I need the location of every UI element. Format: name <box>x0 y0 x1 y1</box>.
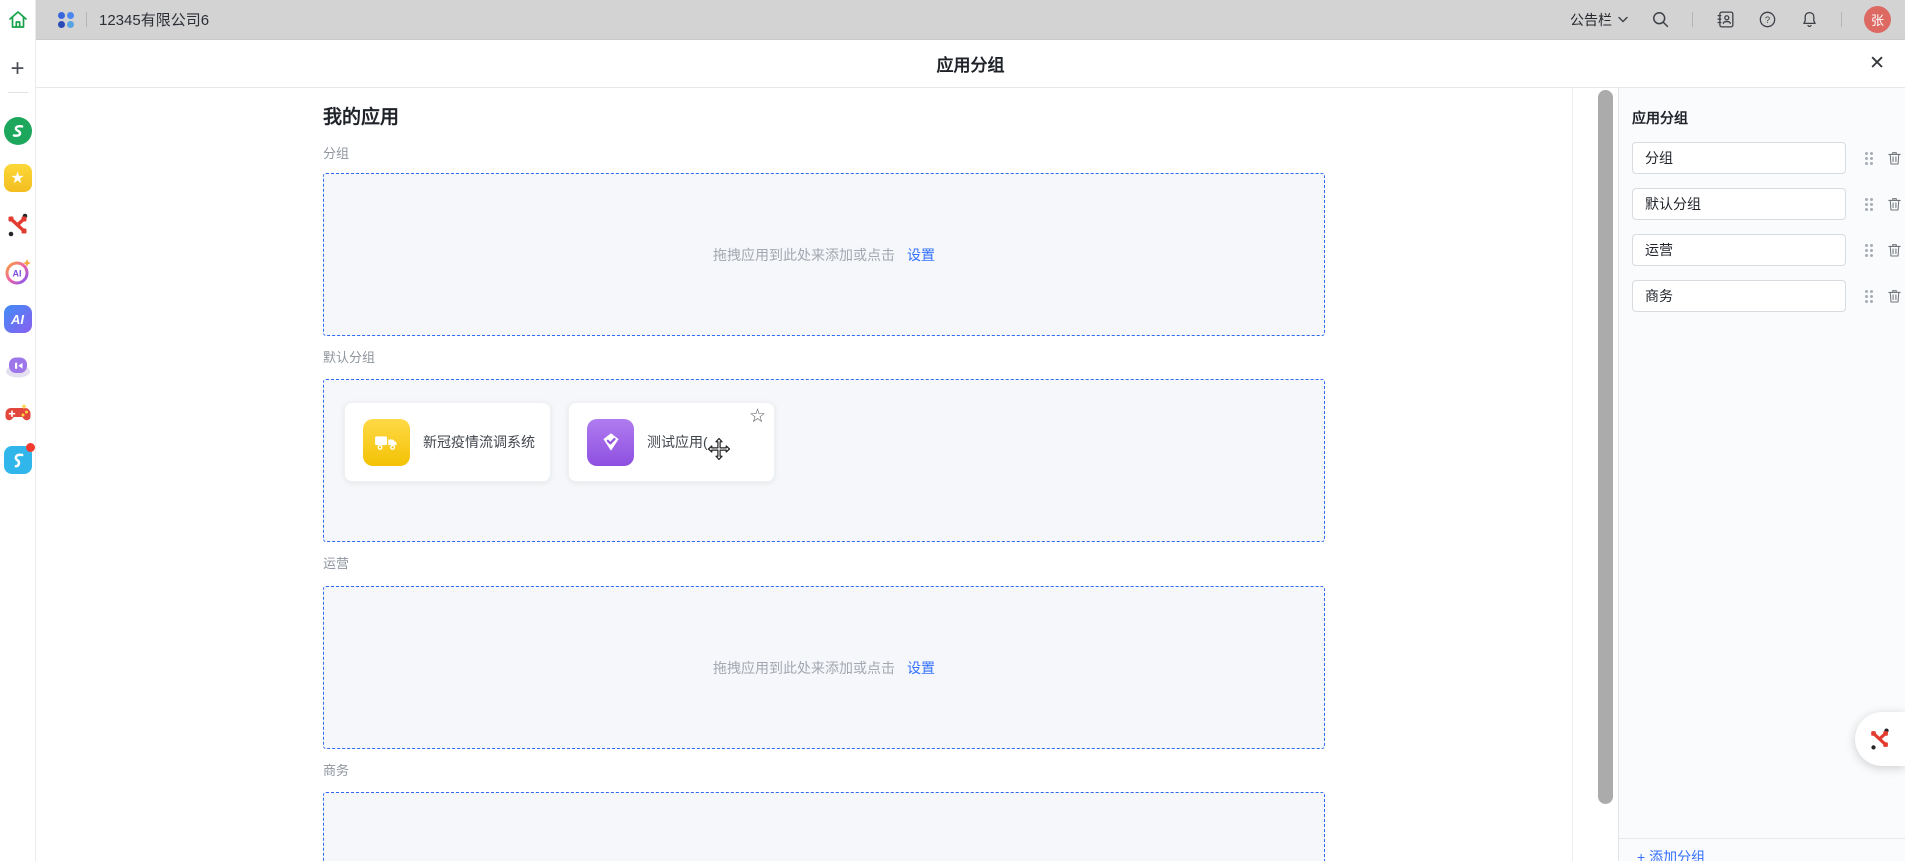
drag-handle-icon[interactable] <box>1865 290 1873 303</box>
truck-icon <box>363 419 410 466</box>
group-row <box>1632 188 1905 220</box>
group-name-input[interactable] <box>1632 234 1846 266</box>
dropzone-group-2[interactable]: 新冠疫情流调系统 测试应用( ☆ <box>323 379 1325 542</box>
group-name-input[interactable] <box>1632 142 1846 174</box>
dropzone-group-3[interactable]: 拖拽应用到此处来添加或点击 设置 <box>323 586 1325 749</box>
dropzone-group-1[interactable]: 拖拽应用到此处来添加或点击 设置 <box>323 173 1325 336</box>
drag-handle-icon[interactable] <box>1865 198 1873 211</box>
svg-text:?: ? <box>1764 15 1769 26</box>
close-icon[interactable]: ✕ <box>1869 52 1885 76</box>
red-network-icon <box>1867 726 1893 752</box>
favorite-star-icon[interactable]: ☆ <box>749 407 766 427</box>
app-card-covid-system[interactable]: 新冠疫情流调系统 <box>344 402 551 482</box>
robot-app-icon[interactable] <box>4 352 32 380</box>
contacts-book-icon[interactable] <box>1715 10 1735 30</box>
ai-square-app-icon[interactable]: AI <box>4 305 32 333</box>
ai-ring-app-icon[interactable]: AI <box>4 258 32 286</box>
group-label: 商务 <box>323 762 1325 780</box>
green-link-app-icon[interactable] <box>4 117 32 145</box>
drag-handle-icon[interactable] <box>1865 152 1873 165</box>
page-title: 我的应用 <box>323 104 1325 131</box>
move-cursor-icon <box>707 437 731 461</box>
bell-icon[interactable] <box>1799 10 1819 30</box>
modal-title: 应用分组 <box>937 51 1005 76</box>
home-icon[interactable] <box>6 8 30 32</box>
topbar-separator <box>86 12 87 27</box>
company-name: 12345有限公司6 <box>99 9 209 30</box>
delete-group-icon[interactable] <box>1886 149 1903 167</box>
announcement-dropdown[interactable]: 公告栏 <box>1570 10 1628 30</box>
group-row <box>1632 280 1905 312</box>
top-bar: 12345有限公司6 公告栏 ? <box>36 0 1905 40</box>
workbench-logo-icon[interactable] <box>58 12 74 28</box>
app-card-test-app[interactable]: 测试应用( ☆ <box>568 402 775 482</box>
help-icon[interactable]: ? <box>1757 10 1777 30</box>
main-content: 我的应用 分组 拖拽应用到此处来添加或点击 设置 默认分组 <box>36 88 1573 861</box>
delete-group-icon[interactable] <box>1886 195 1903 213</box>
dropzone-settings-link[interactable]: 设置 <box>907 245 935 265</box>
group-row <box>1632 234 1905 266</box>
delete-group-icon[interactable] <box>1886 241 1903 259</box>
group-label: 分组 <box>323 145 1325 163</box>
svg-text:AI: AI <box>12 269 21 279</box>
app-name: 测试应用( <box>647 432 708 452</box>
app-name: 新冠疫情流调系统 <box>423 432 535 452</box>
rail-divider <box>8 92 28 93</box>
topbar-separator <box>1841 12 1842 27</box>
dropzone-settings-link[interactable]: 设置 <box>907 658 935 678</box>
topbar-separator <box>1692 12 1693 27</box>
notification-dot <box>26 443 35 452</box>
search-icon[interactable] <box>1650 10 1670 30</box>
group-name-input[interactable] <box>1632 280 1846 312</box>
group-row <box>1632 142 1905 174</box>
red-network-app-icon[interactable] <box>4 211 32 239</box>
vertical-scrollbar[interactable] <box>1598 90 1613 804</box>
dropzone-hint: 拖拽应用到此处来添加或点击 <box>713 245 895 265</box>
drag-handle-icon[interactable] <box>1865 244 1873 257</box>
announcement-label: 公告栏 <box>1570 10 1612 30</box>
floating-assistant-button[interactable] <box>1855 712 1905 766</box>
group-label: 运营 <box>323 555 1325 573</box>
gem-icon <box>587 419 634 466</box>
dropzone-group-4[interactable] <box>323 792 1325 861</box>
add-group-button[interactable]: + 添加分组 <box>1619 838 1905 861</box>
add-app-button[interactable]: + <box>10 58 24 80</box>
chevron-down-icon <box>1618 16 1628 23</box>
left-app-rail: + ★ <box>0 0 36 861</box>
group-label: 默认分组 <box>323 349 1325 367</box>
gamepad-app-icon[interactable] <box>4 399 32 427</box>
dropzone-hint: 拖拽应用到此处来添加或点击 <box>713 658 895 678</box>
modal-header: 应用分组 ✕ <box>36 40 1905 88</box>
cyan-chat-app-icon[interactable] <box>4 446 32 474</box>
yellow-star-app-icon[interactable]: ★ <box>4 164 32 192</box>
delete-group-icon[interactable] <box>1886 287 1903 305</box>
group-name-input[interactable] <box>1632 188 1846 220</box>
user-avatar[interactable]: 张 <box>1864 6 1891 33</box>
panel-title: 应用分组 <box>1632 108 1905 128</box>
